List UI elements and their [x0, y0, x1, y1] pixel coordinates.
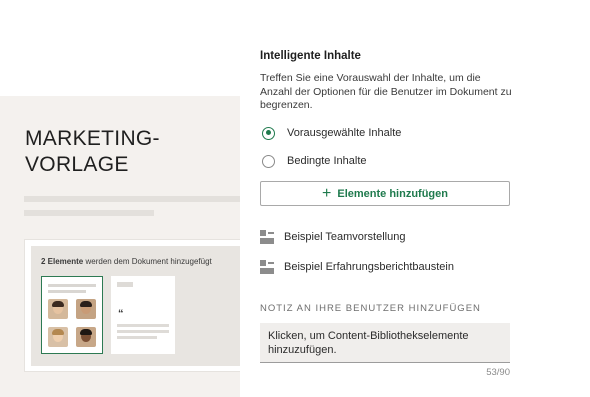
content-item-testimonial[interactable]: Beispiel Erfahrungsberichtbaustein — [260, 260, 454, 274]
document-title: MARKETING- VORLAGE — [25, 126, 225, 178]
quote-icon: “ — [118, 308, 124, 320]
radio-option-conditional[interactable]: Bedingte Inhalte — [262, 153, 367, 169]
note-textarea[interactable]: Klicken, um Content-Bibliothekselemente … — [260, 323, 510, 363]
content-item-label: Beispiel Erfahrungsberichtbaustein — [284, 261, 454, 273]
radio-option-label: Bedingte Inhalte — [287, 155, 367, 167]
placeholder-text-line — [24, 210, 154, 216]
radio-button[interactable] — [262, 154, 275, 168]
avatar — [48, 327, 68, 347]
preview-caption: 2 Elemente werden dem Dokument hinzugefü… — [41, 257, 212, 266]
preview-caption-text: werden dem Dokument hinzugefügt — [83, 257, 212, 266]
document-title-line-1: MARKETING- — [25, 127, 160, 150]
radio-option-preselected[interactable]: Vorausgewählte Inhalte — [262, 125, 401, 141]
placeholder-line — [48, 290, 86, 293]
preview-caption-count: 2 Elemente — [41, 257, 84, 266]
content-item-label: Beispiel Teamvorstellung — [284, 231, 406, 243]
placeholder-line — [117, 330, 169, 333]
team-intro-card-thumbnail[interactable] — [41, 276, 103, 354]
content-block-icon — [260, 260, 274, 274]
note-section-label: NOTIZ AN IHRE BENUTZER HINZUFÜGEN — [260, 303, 481, 314]
radio-button-selected[interactable] — [262, 126, 275, 140]
document-title-line-2: VORLAGE — [25, 153, 129, 176]
add-elements-label: Elemente hinzufügen — [337, 187, 448, 200]
placeholder-text-line — [24, 196, 240, 202]
avatar — [76, 327, 96, 347]
character-counter: 53/90 — [486, 367, 510, 378]
placeholder-line — [48, 284, 96, 287]
section-description: Treffen Sie eine Vorauswahl der Inhalte,… — [260, 72, 512, 111]
avatar — [48, 299, 68, 319]
plus-icon: + — [322, 184, 332, 202]
add-elements-button[interactable]: + Elemente hinzufügen — [260, 181, 510, 206]
section-title: Intelligente Inhalte — [260, 50, 361, 62]
placeholder-line — [117, 336, 157, 339]
content-item-team-intro[interactable]: Beispiel Teamvorstellung — [260, 230, 405, 244]
placeholder-line — [117, 324, 169, 327]
content-block-icon — [260, 230, 274, 244]
radio-option-label: Vorausgewählte Inhalte — [287, 127, 402, 139]
testimonial-card-thumbnail[interactable]: “ — [111, 276, 175, 354]
placeholder-line — [117, 282, 133, 287]
avatar — [76, 299, 96, 319]
